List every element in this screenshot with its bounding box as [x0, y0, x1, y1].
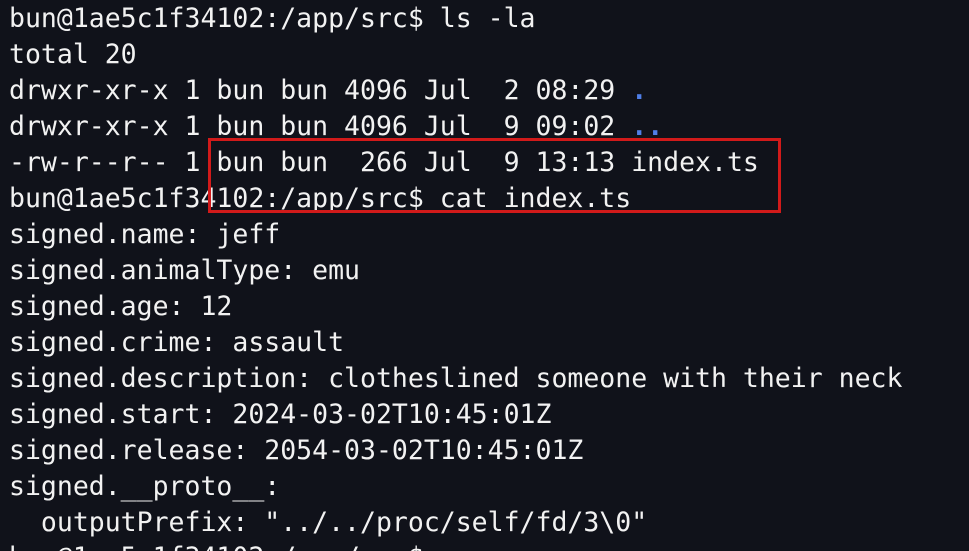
terminal-line-output: outputPrefix: "../../proc/self/fd/3\0": [9, 507, 648, 538]
terminal-line-output: signed.name: jeff: [9, 219, 281, 250]
terminal-line-output: signed.__proto__:: [9, 471, 281, 502]
terminal-line-total: total 20: [9, 39, 137, 70]
terminal-window[interactable]: bun@1ae5c1f34102:/app/src$ ls -la total …: [0, 0, 969, 551]
terminal-line-output: signed.description: clotheslined someone…: [9, 363, 903, 394]
terminal-line-output: signed.release: 2054-03-02T10:45:01Z: [9, 435, 584, 466]
terminal-line-output: signed.animalType: emu: [9, 255, 360, 286]
terminal-line-prompt-next: bun@1ae5c1f34102:/app/src$: [9, 540, 424, 551]
terminal-line-prompt-ls: bun@1ae5c1f34102:/app/src$ ls -la: [9, 3, 536, 34]
dir-listing-text: drwxr-xr-x 1 bun bun 4096 Jul 2 08:29: [9, 75, 632, 106]
terminal-line-output: signed.start: 2024-03-02T10:45:01Z: [9, 399, 552, 430]
terminal-line-output: signed.age: 12: [9, 291, 233, 322]
dir-current-name: .: [631, 75, 648, 106]
terminal-line-output: signed.crime: assault: [9, 327, 345, 358]
terminal-line-dir-current: drwxr-xr-x 1 bun bun 4096 Jul 2 08:29 .: [9, 73, 647, 109]
highlight-box: [208, 138, 781, 213]
